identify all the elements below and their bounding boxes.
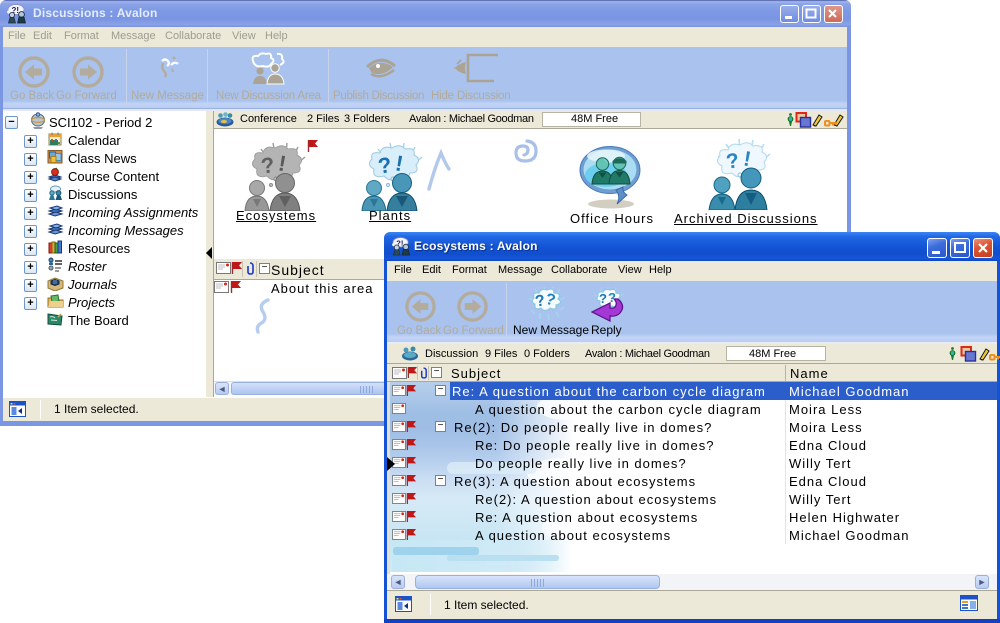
svg-text:?: ?	[599, 291, 607, 306]
